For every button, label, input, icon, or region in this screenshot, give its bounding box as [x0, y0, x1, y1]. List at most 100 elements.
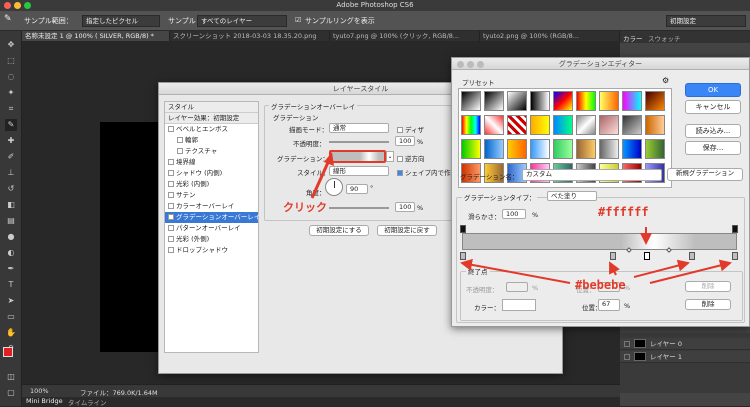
crop-tool-icon[interactable]: ⌗	[5, 103, 17, 115]
checkbox[interactable]	[168, 126, 174, 132]
brush-tool-icon[interactable]: ✐	[5, 151, 17, 163]
sample-range-select[interactable]: 指定したピクセル	[82, 15, 160, 27]
layer-row[interactable]: レイヤー 0	[620, 338, 750, 350]
style-item-texture[interactable]: テクスチャ	[165, 146, 258, 157]
style-item-pattern-overlay[interactable]: パターンオーバーレイ	[165, 223, 258, 234]
gradient-preset-swatch[interactable]	[599, 139, 619, 159]
align-checkbox[interactable]: シェイプ内で作成	[397, 167, 457, 177]
move-tool-icon[interactable]: ✥	[5, 39, 17, 51]
checkbox[interactable]	[168, 236, 174, 242]
gradient-preset-swatch[interactable]	[530, 139, 550, 159]
gradient-preset-swatch[interactable]	[576, 139, 596, 159]
style-item-inner-glow[interactable]: 光彩 (内側)	[165, 179, 258, 190]
pen-tool-icon[interactable]: ✒	[5, 263, 17, 275]
gradient-preset-swatch[interactable]	[484, 91, 504, 111]
blur-tool-icon[interactable]: ●	[5, 231, 17, 243]
eraser-tool-icon[interactable]: ◧	[5, 199, 17, 211]
quick-mask-icon[interactable]: ◫	[5, 371, 17, 383]
gradient-preset-swatch[interactable]	[484, 115, 504, 135]
history-brush-icon[interactable]: ↺	[5, 183, 17, 195]
make-default-button[interactable]: 初期設定にする	[309, 225, 369, 236]
dodge-tool-icon[interactable]: ◐	[5, 247, 17, 259]
ring-checkbox[interactable]: ☑	[295, 16, 301, 24]
tab-mini-bridge[interactable]: Mini Bridge	[26, 397, 63, 405]
foreground-color-swatch[interactable]	[3, 347, 13, 357]
marquee-tool-icon[interactable]: ⬚	[5, 55, 17, 67]
gradient-preset-swatch[interactable]	[461, 115, 481, 135]
gradient-preset-swatch[interactable]	[622, 139, 642, 159]
tab-document-4[interactable]: tyuto2.png @ 100% (RGB/8...	[480, 31, 620, 41]
style-item-gradient-overlay[interactable]: グラデーションオーバーレイ	[165, 212, 260, 223]
zoom-window-icon[interactable]	[477, 61, 484, 68]
style-list-effects[interactable]: レイヤー効果：初期設定	[165, 113, 258, 124]
zoom-level[interactable]: 100%	[30, 387, 49, 395]
style-item-stroke[interactable]: 境界線	[165, 157, 258, 168]
gradient-preset-swatch[interactable]	[553, 115, 573, 135]
layer-row[interactable]: レイヤー 1	[620, 351, 750, 363]
checkbox-checked[interactable]	[168, 214, 174, 220]
style-item-contour[interactable]: 輪郭	[165, 135, 258, 146]
scale-slider[interactable]	[329, 207, 389, 209]
workspace-select[interactable]: 初期設定	[666, 15, 746, 27]
style-item-outer-glow[interactable]: 光彩 (外側)	[165, 234, 258, 245]
stamp-tool-icon[interactable]: ⊥	[5, 167, 17, 179]
ok-button[interactable]: OK	[685, 83, 741, 97]
style-list-styles[interactable]: スタイル	[165, 102, 258, 113]
shape-tool-icon[interactable]: ▭	[5, 311, 17, 323]
preset-menu-icon[interactable]: ⚙	[662, 76, 669, 85]
gradient-preset-swatch[interactable]	[576, 91, 596, 111]
zoom-window-icon[interactable]	[24, 2, 31, 9]
lasso-tool-icon[interactable]: ◌	[5, 71, 17, 83]
load-button[interactable]: 読み込み...	[685, 124, 741, 138]
gradient-preset-swatch[interactable]	[553, 91, 573, 111]
gradient-preset-swatch[interactable]	[599, 115, 619, 135]
gradient-preset-swatch[interactable]	[553, 139, 573, 159]
gradient-preset-swatch[interactable]	[461, 139, 481, 159]
checkbox[interactable]	[168, 170, 174, 176]
checkbox[interactable]	[168, 181, 174, 187]
style-item-inner-shadow[interactable]: シャドウ (内側)	[165, 168, 258, 179]
healing-tool-icon[interactable]: ✚	[5, 135, 17, 147]
gradient-preset-swatch[interactable]	[530, 91, 550, 111]
checkbox[interactable]	[168, 225, 174, 231]
checkbox[interactable]	[168, 203, 174, 209]
style-item-color-overlay[interactable]: カラーオーバーレイ	[165, 201, 258, 212]
tab-color[interactable]: カラー	[623, 33, 643, 43]
document-canvas[interactable]	[100, 122, 160, 352]
checkbox[interactable]	[168, 192, 174, 198]
close-window-icon[interactable]	[4, 2, 11, 9]
minimize-window-icon[interactable]	[14, 2, 21, 9]
minimize-window-icon[interactable]	[467, 61, 474, 68]
gradient-preset-swatch[interactable]	[576, 115, 596, 135]
hand-tool-icon[interactable]: ✋	[5, 327, 17, 339]
visibility-icon[interactable]	[624, 354, 630, 360]
gradient-preset-swatch[interactable]	[507, 139, 527, 159]
gradient-preset-swatch[interactable]	[645, 115, 665, 135]
tab-document-1[interactable]: 名称未設定 1 @ 100% ( SILVER, RGB/8) *	[22, 31, 170, 41]
gradient-preset-swatch[interactable]	[507, 115, 527, 135]
gradient-preset-swatch[interactable]	[645, 139, 665, 159]
screen-mode-icon[interactable]: ▢	[5, 387, 17, 399]
type-tool-icon[interactable]: T	[5, 279, 17, 291]
style-item-bevel[interactable]: ベベルとエンボス	[165, 124, 258, 135]
gradient-preset-swatch[interactable]	[622, 115, 642, 135]
checkbox[interactable]	[177, 148, 183, 154]
tab-document-3[interactable]: tyuto7.png @ 100% (クリック, RGB/8...	[330, 31, 480, 41]
gradient-preset-swatch[interactable]	[530, 115, 550, 135]
blend-mode-select[interactable]: 通常	[329, 123, 389, 133]
gradient-preset-swatch[interactable]	[645, 91, 665, 111]
angle-input[interactable]: 90	[346, 184, 368, 194]
style-item-satin[interactable]: サテン	[165, 190, 258, 201]
gradient-preset-swatch[interactable]	[461, 91, 481, 111]
gradient-name-input[interactable]: カスタム	[522, 169, 662, 181]
gradient-preset-swatch[interactable]	[507, 91, 527, 111]
eyedropper-icon[interactable]: ✎	[4, 14, 12, 24]
checkbox[interactable]	[168, 159, 174, 165]
eyedropper-tool-icon[interactable]: ✎	[5, 119, 17, 131]
visibility-icon[interactable]	[624, 341, 630, 347]
cancel-button[interactable]: キャンセル	[685, 100, 741, 114]
opacity-input[interactable]: 100	[395, 136, 415, 146]
close-window-icon[interactable]	[457, 61, 464, 68]
dither-checkbox[interactable]: ディザ	[397, 124, 424, 134]
type-select[interactable]: べた塗り	[547, 191, 597, 201]
